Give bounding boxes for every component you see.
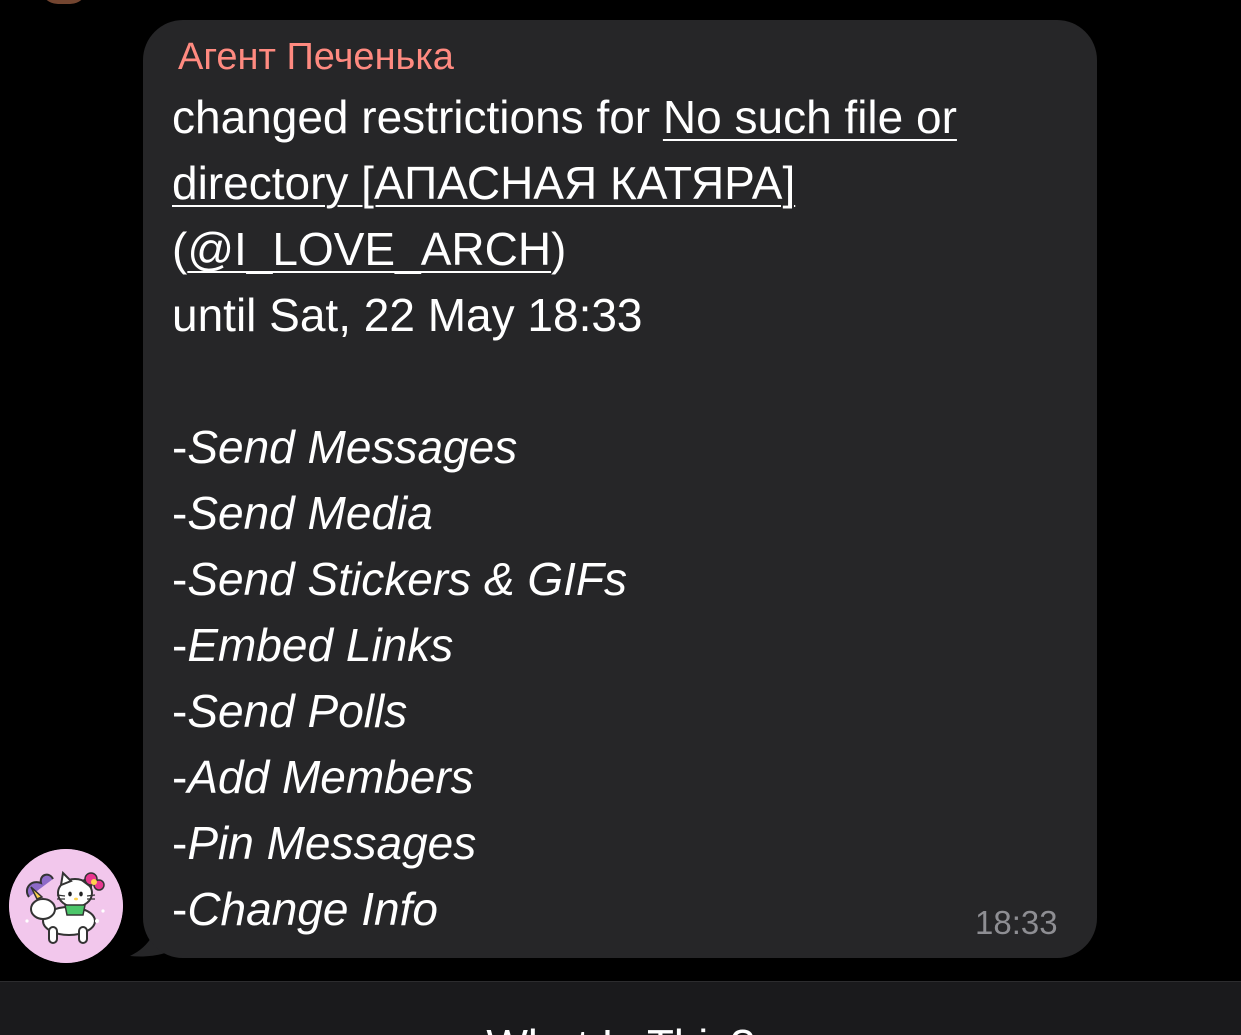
permission-dash: - — [172, 421, 188, 473]
permission-label: Embed Links — [187, 619, 454, 671]
permission-item: -Change Info — [172, 876, 1077, 942]
permission-dash: - — [172, 553, 188, 605]
permissions-list: -Send Messages -Send Media -Send Stickers … — [172, 414, 1077, 942]
sender-avatar[interactable] — [9, 849, 123, 963]
until-text: until Sat, 22 May 18:33 — [172, 289, 643, 341]
permission-label: Send Polls — [187, 685, 408, 737]
permission-item: -Send Stickers & GIFs — [172, 546, 1077, 612]
username-mention-link[interactable]: @I_LOVE_ARCH — [187, 223, 551, 275]
permission-dash: - — [172, 817, 188, 869]
permission-item: -Send Polls — [172, 678, 1077, 744]
message-text: changed restrictions for No such file or… — [172, 84, 1077, 942]
bottom-bar-label[interactable]: What Is This? — [0, 1020, 1241, 1035]
permission-label: Pin Messages — [187, 817, 477, 869]
permission-dash: - — [172, 751, 188, 803]
intro-text: changed restrictions for — [172, 91, 663, 143]
message-timestamp: 18:33 — [975, 904, 1058, 941]
permission-item: -Embed Links — [172, 612, 1077, 678]
permission-item: -Pin Messages — [172, 810, 1077, 876]
permission-label: Add Members — [187, 751, 474, 803]
permission-label: Send Stickers & GIFs — [187, 553, 628, 605]
permission-dash: - — [172, 883, 188, 935]
bottom-bar[interactable]: What Is This? — [0, 981, 1241, 1035]
sender-name[interactable]: Агент Печенька — [178, 33, 454, 81]
target-user-link-continued[interactable]: directory [АПАСНАЯ КАТЯРА] — [172, 157, 795, 209]
permission-dash: - — [172, 685, 188, 737]
permission-label: Send Media — [187, 487, 433, 539]
permission-dash: - — [172, 619, 188, 671]
chat-view: Агент Печенька changed restrictions for … — [0, 0, 1241, 1035]
message-line-3: (@I_LOVE_ARCH) — [172, 216, 1077, 282]
message-line-2: directory [АПАСНАЯ КАТЯРА] — [172, 150, 1077, 216]
hello-kitty-unicorn-icon — [9, 849, 123, 963]
target-user-link[interactable]: No such file or — [663, 91, 957, 143]
permission-label: Change Info — [187, 883, 438, 935]
handle-open-paren: ( — [172, 223, 188, 275]
permission-label: Send Messages — [187, 421, 518, 473]
previous-avatar-edge — [40, 0, 88, 4]
permission-item: -Send Media — [172, 480, 1077, 546]
permission-item: -Add Members — [172, 744, 1077, 810]
permission-dash: - — [172, 487, 188, 539]
message-line-1: changed restrictions for No such file or — [172, 84, 1077, 150]
permission-item: -Send Messages — [172, 414, 1077, 480]
handle-close-paren: ) — [551, 223, 567, 275]
